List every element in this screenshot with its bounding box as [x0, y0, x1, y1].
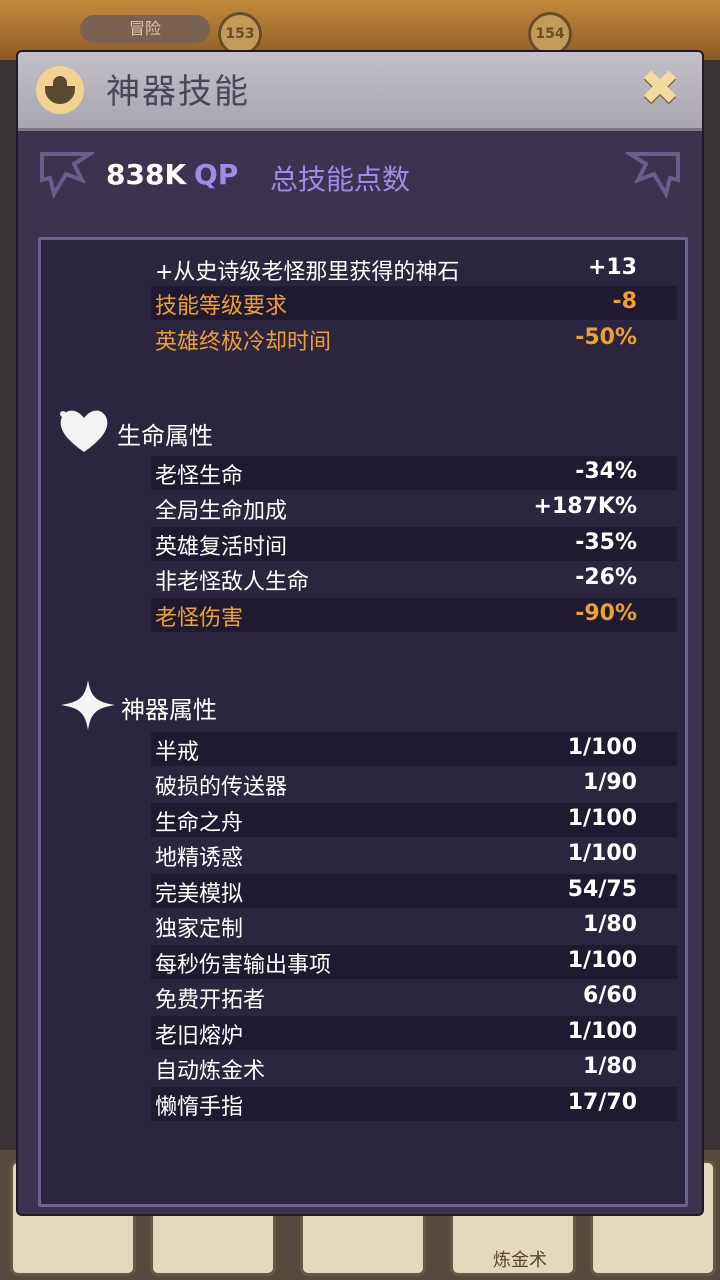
stat-label: +从史诗级老怪那里获得的神石	[155, 260, 460, 285]
dialog-header: 神器技能 ✖	[18, 52, 702, 131]
stats-panel[interactable]: +从史诗级老怪那里获得的神石 +13 技能等级要求 -8 英雄终极冷却时间 -5…	[38, 237, 688, 1207]
artifact-level: 1/100	[567, 841, 637, 866]
qp-value: 838K	[106, 158, 187, 191]
close-button[interactable]: ✖	[638, 64, 682, 112]
cauldron-icon	[36, 66, 84, 114]
stat-label: 全局生命加成	[155, 499, 288, 524]
stat-row: 技能等级要求 -8	[151, 286, 677, 320]
artifact-row: 独家定制 1/80	[151, 909, 677, 943]
stat-row: +从史诗级老怪那里获得的神石 +13	[151, 252, 677, 286]
adventure-tab[interactable]: 冒险	[80, 15, 210, 43]
artifact-row: 破损的传送器 1/90	[151, 767, 677, 801]
stat-label: 技能等级要求	[155, 294, 288, 319]
artifact-name: 完美模拟	[155, 882, 244, 907]
artifact-name: 自动炼金术	[155, 1059, 266, 1084]
stat-row: 英雄终极冷却时间 -50%	[151, 322, 677, 356]
artifact-level: 17/70	[567, 1090, 637, 1115]
artifact-row: 老旧熔炉 1/100	[151, 1016, 677, 1050]
stat-row: 英雄复活时间 -35%	[151, 527, 677, 561]
stat-label: 非老怪敌人生命	[155, 570, 310, 595]
heart-icon	[60, 410, 108, 452]
artifact-level: 1/80	[583, 1054, 637, 1079]
qp-unit: QP	[194, 158, 239, 191]
artifact-name: 破损的传送器	[155, 775, 288, 800]
ornament-right-icon	[626, 152, 680, 200]
stat-value: -35%	[575, 530, 637, 555]
life-section-header: 生命属性	[57, 406, 357, 456]
artifact-section-header: 神器属性	[61, 680, 361, 730]
artifact-skills-dialog: 神器技能 ✖ 838K QP 总技能点数 +从史诗级老怪那里获得的神石 +13 …	[18, 52, 702, 1214]
stat-value: +187K%	[533, 494, 637, 519]
stat-label: 老怪生命	[155, 464, 244, 489]
artifact-level: 1/100	[567, 1019, 637, 1044]
stat-row: 老怪生命 -34%	[151, 456, 677, 490]
stat-row: 非老怪敌人生命 -26%	[151, 562, 677, 596]
artifact-level: 6/60	[583, 983, 637, 1008]
artifact-row: 生命之舟 1/100	[151, 803, 677, 837]
artifact-level: 1/100	[567, 948, 637, 973]
artifact-name: 独家定制	[155, 917, 244, 942]
stat-value: -50%	[575, 325, 637, 350]
section-title: 神器属性	[121, 696, 217, 724]
stat-row: 老怪伤害 -90%	[151, 598, 677, 632]
stat-label: 老怪伤害	[155, 606, 244, 631]
qp-label: 总技能点数	[270, 163, 411, 196]
artifact-name: 每秒伤害输出事项	[155, 953, 332, 978]
stat-row: 全局生命加成 +187K%	[151, 491, 677, 525]
artifact-name: 免费开拓者	[155, 988, 266, 1013]
artifact-name: 老旧熔炉	[155, 1024, 244, 1049]
sparkle-icon	[61, 680, 115, 730]
artifact-row: 懒惰手指 17/70	[151, 1087, 677, 1121]
artifact-level: 1/90	[583, 770, 637, 795]
stat-value: -8	[612, 289, 637, 314]
artifact-name: 半戒	[155, 740, 200, 765]
artifact-level: 54/75	[567, 877, 637, 902]
artifact-row: 地精诱惑 1/100	[151, 838, 677, 872]
artifact-row: 每秒伤害输出事项 1/100	[151, 945, 677, 979]
ornament-left-icon	[40, 152, 94, 200]
artifact-row: 免费开拓者 6/60	[151, 980, 677, 1014]
artifact-level: 1/80	[583, 912, 637, 937]
stat-label: 英雄终极冷却时间	[155, 330, 332, 355]
stat-value: +13	[587, 255, 637, 280]
close-icon: ✖	[639, 60, 681, 116]
artifact-row: 半戒 1/100	[151, 732, 677, 766]
artifact-name: 生命之舟	[155, 811, 244, 836]
skill-points-summary: 838K QP 总技能点数	[18, 132, 702, 222]
level-badge-current: 153	[218, 12, 262, 56]
artifact-name: 懒惰手指	[155, 1095, 244, 1120]
level-badge-next: 154	[528, 12, 572, 56]
stat-value: -90%	[575, 601, 637, 626]
dialog-title: 神器技能	[106, 72, 250, 112]
artifact-row: 完美模拟 54/75	[151, 874, 677, 908]
artifact-name: 地精诱惑	[155, 846, 244, 871]
stat-label: 英雄复活时间	[155, 535, 288, 560]
stat-value: -34%	[575, 459, 637, 484]
section-title: 生命属性	[117, 422, 213, 450]
artifact-level: 1/100	[567, 806, 637, 831]
artifact-row: 自动炼金术 1/80	[151, 1051, 677, 1085]
alchemy-tab-label: 炼金术	[493, 1250, 547, 1271]
artifact-level: 1/100	[567, 735, 637, 760]
stat-value: -26%	[575, 565, 637, 590]
